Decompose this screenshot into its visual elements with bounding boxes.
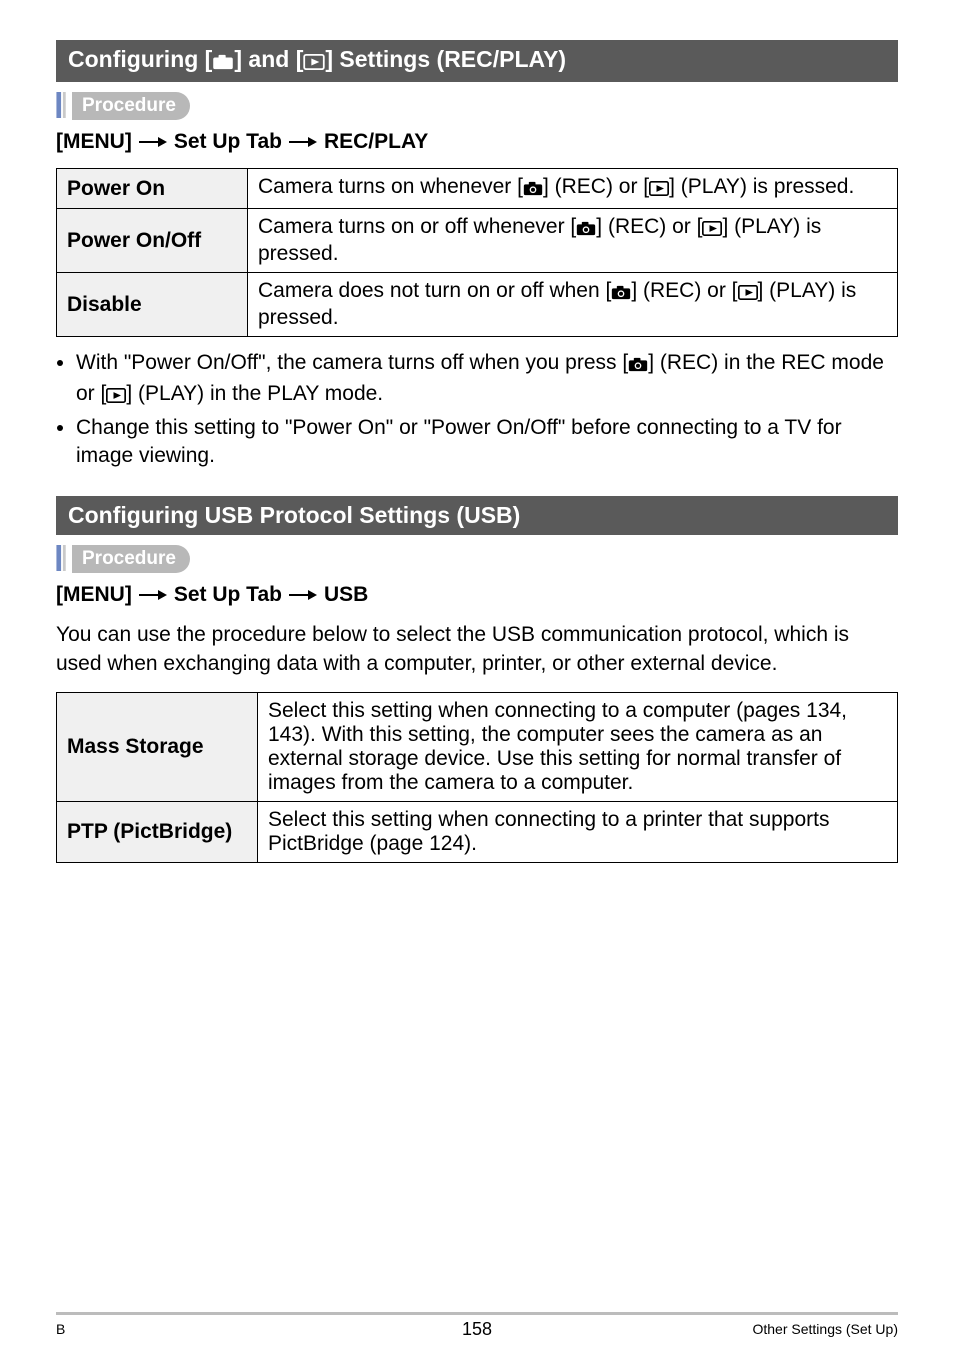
row1-val: Camera turns on whenever [] (REC) or [] … [248, 169, 898, 209]
row3-val: Camera does not turn on or off when [] (… [248, 273, 898, 337]
page: Configuring [ ] and [ ] Settings (REC/PLAY… [0, 0, 954, 1357]
arrow-right-icon [288, 588, 318, 602]
arrow-right-icon [138, 135, 168, 149]
list-item: Change this setting to "Power On" or "Po… [76, 414, 898, 471]
play-icon [738, 282, 758, 306]
section1-notes: With "Power On/Off", the camera turns of… [56, 349, 898, 470]
nav1-a: [MENU] [56, 130, 132, 154]
section1-title-post: ] Settings (REC/PLAY) [325, 46, 566, 72]
section2-title: Configuring USB Protocol Settings (USB) [56, 496, 898, 535]
page-footer: B 158 Other Settings (Set Up) [56, 1312, 898, 1337]
footer-rule [56, 1312, 898, 1315]
section1-title: Configuring [ ] and [ ] Settings (REC/PLAY… [56, 40, 898, 82]
nav1-b: Set Up Tab [174, 130, 282, 154]
procedure-label-2: Procedure [72, 545, 190, 573]
page-number: 158 [462, 1319, 492, 1340]
table-row: PTP (PictBridge) Select this setting whe… [57, 802, 898, 863]
procedure-tick-icon [56, 545, 68, 573]
table-row: Power On Camera turns on whenever [] (RE… [57, 169, 898, 209]
camera-icon [628, 352, 648, 380]
nav-line-2: [MENU] Set Up Tab USB [56, 583, 898, 607]
play-icon [649, 178, 669, 202]
arrow-right-icon [138, 588, 168, 602]
nav1-c: REC/PLAY [324, 130, 428, 154]
usb-row2-key: PTP (PictBridge) [57, 802, 258, 863]
table-row: Power On/Off Camera turns on or off when… [57, 209, 898, 273]
usb-table: Mass Storage Select this setting when co… [56, 692, 898, 863]
nav-line-1: [MENU] Set Up Tab REC/PLAY [56, 130, 898, 154]
row2-val: Camera turns on or off whenever [] (REC)… [248, 209, 898, 273]
table-row: Disable Camera does not turn on or off w… [57, 273, 898, 337]
section2-intro: You can use the procedure below to selec… [56, 621, 898, 678]
camera-icon [611, 282, 631, 306]
rec-play-table: Power On Camera turns on whenever [] (RE… [56, 168, 898, 337]
procedure-label-1: Procedure [72, 92, 190, 120]
usb-row2-val: Select this setting when connecting to a… [258, 802, 898, 863]
nav2-a: [MENU] [56, 583, 132, 607]
row2-key: Power On/Off [57, 209, 248, 273]
section1-title-mid: ] and [ [234, 46, 303, 72]
section1-title-pre: Configuring [ [68, 46, 212, 72]
arrow-right-icon [288, 135, 318, 149]
footer-right: Other Settings (Set Up) [752, 1321, 898, 1337]
play-icon [303, 49, 325, 76]
footer-left: B [56, 1321, 65, 1337]
procedure-row-2: Procedure [56, 545, 898, 573]
nav2-b: Set Up Tab [174, 583, 282, 607]
camera-icon [576, 218, 596, 242]
procedure-tick-icon [56, 92, 68, 120]
play-icon [106, 383, 126, 411]
row1-key: Power On [57, 169, 248, 209]
list-item: With "Power On/Off", the camera turns of… [76, 349, 898, 412]
table-row: Mass Storage Select this setting when co… [57, 693, 898, 802]
usb-row1-key: Mass Storage [57, 693, 258, 802]
play-icon [702, 218, 722, 242]
camera-icon [212, 49, 234, 76]
procedure-row-1: Procedure [56, 92, 898, 120]
nav2-c: USB [324, 583, 368, 607]
camera-icon [523, 178, 543, 202]
row3-key: Disable [57, 273, 248, 337]
usb-row1-val: Select this setting when connecting to a… [258, 693, 898, 802]
